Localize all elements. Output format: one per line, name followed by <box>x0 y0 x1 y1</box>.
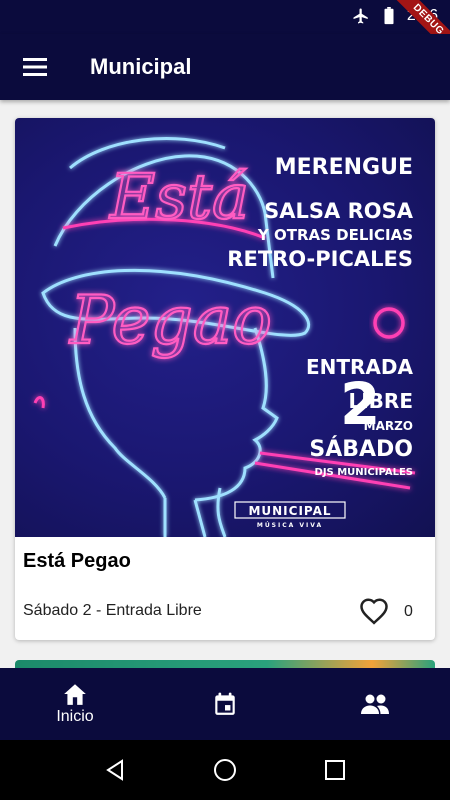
system-recents-button[interactable] <box>320 755 350 785</box>
heart-outline-icon <box>360 598 388 625</box>
recents-square-icon <box>325 760 345 780</box>
bottom-navigation: Inicio <box>0 668 450 740</box>
system-back-button[interactable] <box>100 755 130 785</box>
municipal-logo-sub: MÚSICA VIVA <box>257 522 323 529</box>
system-navigation-bar <box>0 740 450 800</box>
menu-button[interactable] <box>0 34 70 100</box>
nav-label-inicio: Inicio <box>56 708 94 725</box>
neon-circle <box>373 307 405 339</box>
status-bar: 2:36 DEBUG <box>0 0 450 60</box>
poster-genre-3: Y OTRAS DELICIAS <box>257 226 413 244</box>
battery-icon <box>379 6 399 26</box>
system-home-button[interactable] <box>210 755 240 785</box>
event-subtitle: Sábado 2 - Entrada Libre <box>23 602 202 619</box>
people-icon <box>361 694 389 714</box>
poster-headline-line2: Pegao <box>69 282 272 359</box>
event-poster[interactable]: Está Pegao MERENGUE SALSA ROSA Y OTRAS D… <box>15 118 435 537</box>
app-bar: Municipal <box>0 34 450 100</box>
poster-headline-line1: Está <box>109 160 249 233</box>
hamburger-menu-icon <box>23 58 47 76</box>
calendar-icon <box>215 692 235 715</box>
nav-item-inicio[interactable]: Inicio <box>0 668 150 740</box>
event-card[interactable]: Está Pegao MERENGUE SALSA ROSA Y OTRAS D… <box>15 118 435 640</box>
poster-month: MARZO <box>364 419 413 433</box>
home-icon <box>64 684 86 705</box>
nav-item-people[interactable] <box>300 668 450 740</box>
municipal-logo: MUNICIPAL <box>248 504 331 518</box>
poster-genre-1: MERENGUE <box>275 155 413 180</box>
nav-item-calendar[interactable] <box>150 668 300 740</box>
event-feed[interactable]: Está Pegao MERENGUE SALSA ROSA Y OTRAS D… <box>0 100 450 668</box>
airplane-mode-icon <box>351 6 371 26</box>
like-button[interactable] <box>359 597 389 625</box>
poster-entry-2: LIBRE <box>349 389 414 413</box>
home-circle-icon <box>214 759 236 781</box>
poster-genre-2: SALSA ROSA <box>264 199 414 223</box>
poster-weekday: SÁBADO <box>309 436 413 462</box>
like-count: 0 <box>404 603 413 620</box>
poster-djs: DJS MUNICIPALES <box>315 467 413 478</box>
back-triangle-icon <box>106 759 123 781</box>
app-title: Municipal <box>90 54 192 79</box>
event-title: Está Pegao <box>23 550 131 572</box>
poster-genre-4: RETRO-PICALES <box>227 247 413 271</box>
next-event-card-peek[interactable] <box>15 660 435 668</box>
